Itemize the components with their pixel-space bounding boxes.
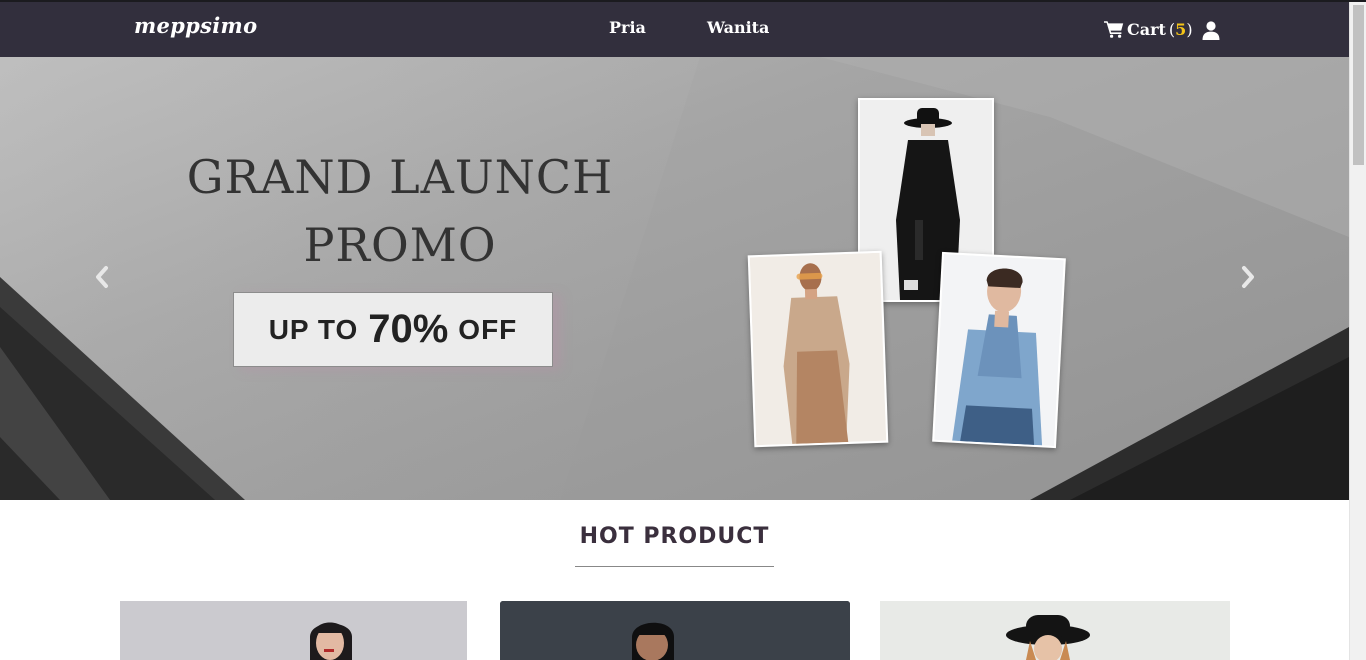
scrollbar-thumb[interactable] (1353, 5, 1364, 165)
carousel-prev-icon[interactable] (90, 262, 114, 292)
page-scrollbar[interactable] (1349, 2, 1366, 660)
product-card-1[interactable] (120, 601, 467, 660)
navbar: meppsimo Pria Wanita Cart (5) (0, 2, 1349, 57)
cart-icon (1104, 21, 1124, 38)
section-title-hot-product: HOT PRODUCT (579, 524, 770, 549)
hero-photo-man-denim (932, 251, 1066, 449)
promo-banner: UP TO 70% OFF (233, 292, 553, 367)
cart-count-badge: (5) (1168, 19, 1193, 39)
nav-link-pria[interactable]: Pria (609, 18, 646, 37)
promo-value: 70% (368, 307, 449, 351)
cart-label: Cart (1127, 19, 1166, 39)
user-icon[interactable] (1202, 21, 1220, 40)
hero-photo-woman-beige (747, 250, 889, 448)
hero-title-line-1: GRAND LAUNCH (186, 150, 614, 204)
promo-suffix: OFF (458, 313, 518, 345)
product-card-3[interactable] (880, 601, 1230, 660)
hero-carousel: GRAND LAUNCH PROMO UP TO 70% OFF (0, 57, 1349, 500)
nav-link-wanita[interactable]: Wanita (707, 18, 769, 37)
carousel-next-icon[interactable] (1236, 262, 1260, 292)
hero-title-line-2: PROMO (303, 218, 497, 272)
cart-count: 5 (1175, 19, 1187, 39)
brand-logo[interactable]: meppsimo (134, 13, 257, 38)
product-image-1 (120, 601, 467, 660)
product-image-2 (500, 601, 850, 660)
section-divider (575, 566, 774, 567)
cart-link[interactable]: Cart (5) (1104, 18, 1193, 40)
promo-prefix: UP TO (268, 313, 359, 345)
hero-title: GRAND LAUNCH PROMO (170, 143, 630, 279)
product-card-2[interactable] (500, 601, 850, 660)
product-image-3 (880, 601, 1230, 660)
